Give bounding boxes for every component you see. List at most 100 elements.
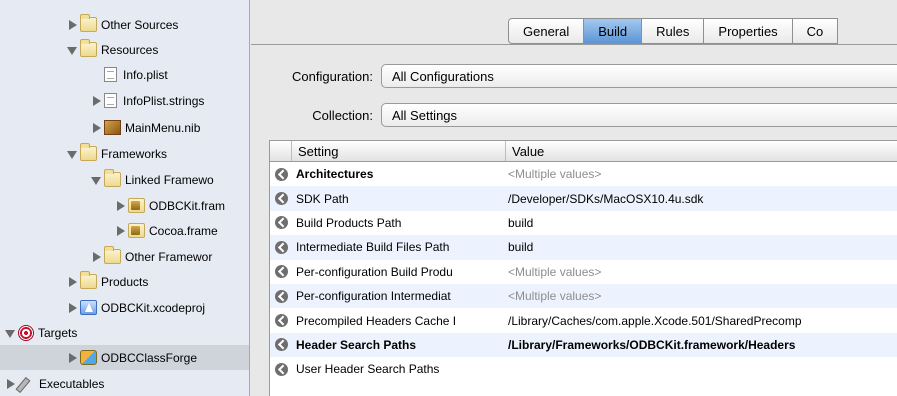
disclosure-triangle-icon[interactable] (4, 378, 16, 390)
disclosure-triangle-icon[interactable] (66, 302, 78, 314)
sidebar-item[interactable]: Targets (0, 320, 249, 345)
value-cell[interactable]: <Multiple values> (506, 289, 897, 303)
sidebar-item-label: Other Framewor (125, 249, 213, 264)
sidebar-item-label: Executables (39, 376, 105, 391)
disclosure-triangle-icon[interactable] (90, 174, 102, 186)
strings-file-icon (104, 93, 117, 108)
disclosure-triangle-icon[interactable] (114, 225, 126, 237)
tabs: General Build Rules Properties Co (508, 18, 839, 44)
table-row[interactable]: Architectures <Multiple values> (270, 162, 897, 186)
reset-setting-icon[interactable] (274, 192, 288, 206)
setting-cell: Build Products Path (296, 215, 402, 230)
setting-cell: Header Search Paths (296, 337, 417, 352)
tab-build[interactable]: Build (584, 18, 643, 44)
sidebar-item[interactable]: Linked Framewo (0, 167, 249, 192)
sidebar-item-label: Resources (101, 42, 159, 57)
tab-bar: General Build Rules Properties Co (251, 14, 897, 46)
table-row[interactable]: Per-configuration Intermediat <Multiple v… (270, 283, 897, 309)
row-gutter (270, 314, 292, 328)
reset-setting-icon[interactable] (274, 240, 288, 254)
configuration-row: Configuration: All Configurations (251, 64, 897, 88)
disclosure-triangle-icon[interactable] (90, 95, 102, 107)
setting-column-header[interactable]: Setting (292, 141, 506, 161)
executable-icon (18, 376, 35, 391)
disclosure-triangle-icon[interactable] (4, 327, 16, 339)
row-gutter (270, 240, 292, 254)
sidebar-item[interactable]: Resources (0, 37, 249, 62)
setting-cell: Per-configuration Build Produ (296, 264, 453, 279)
disclosure-triangle-icon[interactable] (90, 251, 102, 263)
disclosure-triangle-icon[interactable] (90, 122, 102, 134)
tab-general[interactable]: General (508, 18, 585, 44)
tab-divider (251, 44, 897, 45)
setting-cell: Precompiled Headers Cache I (296, 313, 457, 328)
setting-cell: Per-configuration Intermediat (296, 289, 451, 304)
value-cell[interactable]: /Library/Frameworks/ODBCKit.framework/He… (506, 338, 897, 352)
row-gutter (270, 216, 292, 230)
folder-icon (104, 169, 121, 187)
reset-setting-icon[interactable] (274, 338, 288, 352)
application-icon (80, 350, 97, 365)
sidebar-item[interactable]: InfoPlist.strings (0, 88, 249, 113)
folder-icon (80, 143, 97, 161)
table-row[interactable]: Precompiled Headers Cache I/Library/Cach… (270, 308, 897, 332)
table-row[interactable]: SDK Path/Developer/SDKs/MacOSX10.4u.sdk (270, 186, 897, 211)
sidebar-item[interactable]: Other Framewor (0, 244, 249, 269)
sidebar-item[interactable]: Cocoa.frame (0, 218, 249, 243)
table-row[interactable]: Intermediate Build Files Path build (270, 235, 897, 260)
row-gutter (270, 192, 292, 206)
sidebar-item-label: Products (101, 274, 149, 289)
sidebar-item[interactable]: ODBCKit.xcodeproj (0, 295, 249, 320)
sidebar-item[interactable]: Frameworks (0, 141, 249, 166)
disclosure-triangle-icon[interactable] (114, 200, 126, 212)
sidebar-item[interactable]: MainMenu.nib (0, 115, 249, 140)
disclosure-triangle-icon[interactable] (66, 19, 78, 31)
sidebar-item-label: ODBCClassForge (101, 350, 198, 365)
sidebar-item[interactable]: Other Sources (0, 12, 249, 37)
sidebar-item[interactable]: Products (0, 269, 249, 294)
value-cell[interactable]: build (506, 216, 897, 230)
folder-icon (80, 39, 97, 57)
table-row[interactable]: Header Search Paths/Library/Frameworks/O… (270, 332, 897, 358)
collection-popup[interactable]: All Settings (381, 103, 897, 127)
value-column-header[interactable]: Value (506, 141, 897, 161)
reset-setting-icon[interactable] (274, 265, 288, 279)
value-cell[interactable]: /Library/Caches/com.apple.Xcode.501/Shar… (506, 314, 897, 328)
table-row[interactable]: Per-configuration Build Produ <Multiple v… (270, 260, 897, 284)
disclosure-triangle-icon[interactable] (66, 44, 78, 56)
xcodeproj-icon (80, 300, 97, 315)
disclosure-triangle-icon[interactable] (66, 148, 78, 160)
value-cell[interactable]: /Developer/SDKs/MacOSX10.4u.sdk (506, 192, 897, 206)
build-settings-table: Setting Value Architectures <Multiple val… (269, 140, 897, 396)
sidebar-item-label: Targets (38, 325, 78, 340)
table-header-gutter (270, 141, 292, 161)
table-row[interactable]: User Header Search Paths (270, 357, 897, 381)
value-cell[interactable]: <Multiple values> (506, 265, 897, 279)
configuration-popup[interactable]: All Configurations (381, 64, 897, 88)
disclosure-triangle-icon[interactable] (66, 276, 78, 288)
framework-icon (128, 223, 145, 238)
setting-cell: User Header Search Paths (296, 362, 440, 377)
row-gutter (270, 338, 292, 352)
row-gutter (270, 265, 292, 279)
sidebar-item[interactable]: ODBCClassForge (0, 345, 249, 370)
reset-setting-icon[interactable] (274, 216, 288, 230)
reset-setting-icon[interactable] (274, 314, 288, 328)
reset-setting-icon[interactable] (274, 289, 288, 303)
tab-co[interactable]: Co (792, 18, 839, 44)
tab-properties[interactable]: Properties (704, 18, 793, 44)
sidebar-item[interactable]: Executables (0, 371, 249, 396)
tab-rules[interactable]: Rules (642, 18, 705, 44)
reset-setting-icon[interactable] (274, 362, 288, 376)
table-row[interactable]: Build Products Path build (270, 211, 897, 235)
sidebar-item[interactable]: Info.plist (0, 62, 249, 87)
sidebar-item[interactable]: ODBCKit.fram (0, 193, 249, 218)
reset-setting-icon[interactable] (274, 167, 288, 181)
disclosure-triangle-icon[interactable] (66, 352, 78, 364)
row-gutter (270, 362, 292, 376)
table-body: Architectures <Multiple values> SDK Path/D… (270, 162, 897, 382)
row-gutter (270, 167, 292, 181)
sidebar-item-label: Frameworks (101, 146, 168, 161)
value-cell[interactable]: <Multiple values> (506, 167, 897, 181)
value-cell[interactable]: build (506, 240, 897, 254)
